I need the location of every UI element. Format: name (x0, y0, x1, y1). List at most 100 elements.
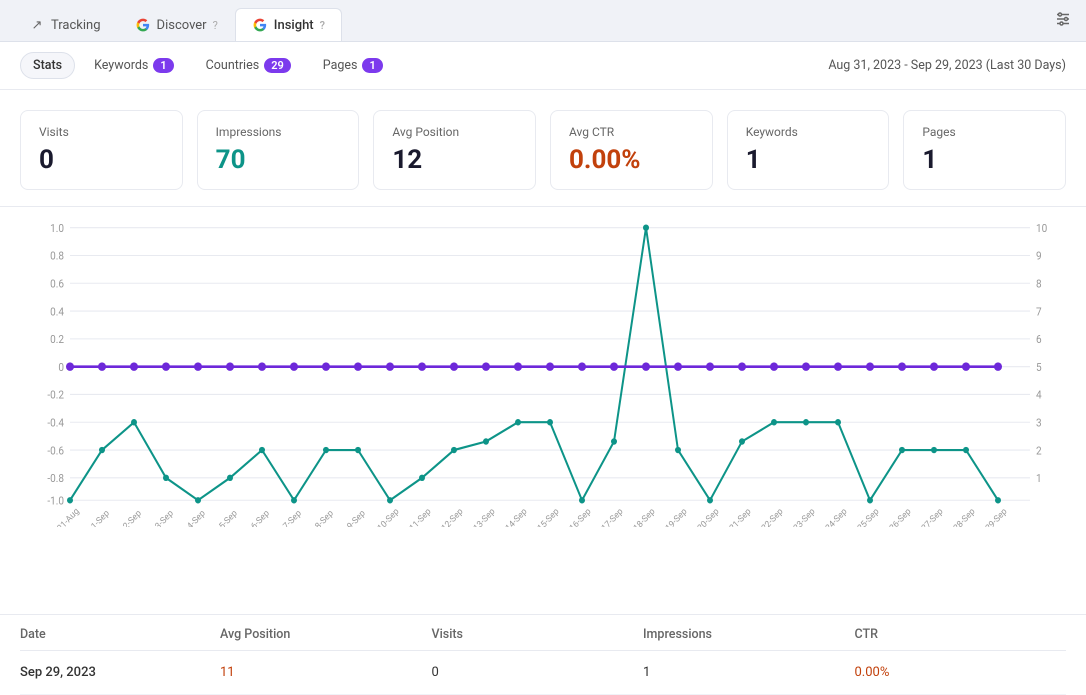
svg-text:13-Sep: 13-Sep (472, 507, 497, 527)
svg-text:15-Sep: 15-Sep (536, 507, 561, 527)
app-container: ↗ Tracking Discover ? Insight ? Stats (0, 0, 1086, 695)
main-content: Stats Keywords 1 Countries 29 Pages 1 Au… (0, 42, 1086, 695)
row-visits: 0 (432, 665, 644, 680)
svg-text:7: 7 (1036, 305, 1042, 318)
table-header: Date Avg Position Visits Impressions CTR (20, 615, 1066, 651)
col-header-avg-position: Avg Position (220, 627, 432, 642)
svg-text:4-Sep: 4-Sep (186, 508, 208, 527)
stat-card-avg-ctr: Avg CTR 0.00% (550, 110, 713, 190)
avg-position-value: 12 (392, 145, 517, 175)
svg-text:9: 9 (1036, 249, 1042, 262)
svg-text:16-Sep: 16-Sep (568, 507, 593, 527)
svg-text:0: 0 (58, 361, 64, 374)
svg-text:10-Sep: 10-Sep (376, 507, 401, 527)
stat-card-pages: Pages 1 (903, 110, 1066, 190)
svg-text:-0.8: -0.8 (47, 472, 64, 485)
svg-text:18-Sep: 18-Sep (632, 507, 657, 527)
tab-insight[interactable]: Insight ? (235, 8, 342, 41)
date-range: Aug 31, 2023 - Sep 29, 2023 (Last 30 Day… (828, 58, 1066, 73)
svg-text:5: 5 (1036, 361, 1042, 374)
insight-help-icon: ? (320, 19, 325, 32)
sub-tab-countries-label: Countries (206, 58, 260, 73)
insight-google-icon (252, 17, 268, 33)
svg-text:17-Sep: 17-Sep (600, 507, 625, 527)
svg-text:6-Sep: 6-Sep (250, 508, 272, 527)
row-ctr: 0.00% (855, 665, 1067, 680)
svg-text:-0.4: -0.4 (47, 416, 64, 429)
svg-text:5-Sep: 5-Sep (218, 508, 240, 527)
visits-value: 0 (39, 145, 164, 175)
visits-label: Visits (39, 125, 164, 139)
svg-text:3: 3 (1036, 416, 1042, 429)
svg-text:6: 6 (1036, 333, 1042, 346)
tab-tracking[interactable]: ↗ Tracking (12, 8, 118, 41)
avg-ctr-label: Avg CTR (569, 125, 694, 139)
tracking-icon: ↗ (29, 17, 45, 33)
svg-text:20-Sep: 20-Sep (696, 507, 721, 527)
svg-text:0.4: 0.4 (50, 305, 64, 318)
top-tabs-bar: ↗ Tracking Discover ? Insight ? (0, 0, 1086, 42)
svg-text:14-Sep: 14-Sep (504, 507, 529, 527)
tab-discover[interactable]: Discover ? (118, 8, 235, 41)
line-chart: 1.0 0.8 0.6 0.4 0.2 0 -0.2 -0.4 -0.6 -0.… (20, 217, 1066, 527)
keywords-value: 1 (746, 145, 871, 175)
stats-row: Visits 0 Impressions 70 Avg Position 12 … (0, 90, 1086, 207)
data-table: Date Avg Position Visits Impressions CTR… (0, 614, 1086, 695)
discover-help-icon: ? (213, 19, 218, 32)
svg-text:12-Sep: 12-Sep (440, 507, 465, 527)
svg-text:8-Sep: 8-Sep (314, 508, 336, 527)
svg-text:1.0: 1.0 (50, 222, 64, 235)
svg-text:31-Aug: 31-Aug (56, 506, 82, 527)
svg-text:25-Sep: 25-Sep (856, 507, 881, 527)
col-header-visits: Visits (432, 627, 644, 642)
stat-card-visits: Visits 0 (20, 110, 183, 190)
svg-text:26-Sep: 26-Sep (888, 507, 913, 527)
svg-text:24-Sep: 24-Sep (824, 507, 849, 527)
svg-text:11-Sep: 11-Sep (408, 507, 433, 527)
svg-text:0.8: 0.8 (50, 249, 64, 262)
pages-label: Pages (922, 125, 1047, 139)
col-header-ctr: CTR (855, 627, 1067, 642)
svg-text:8: 8 (1036, 277, 1042, 290)
keywords-label: Keywords (746, 125, 871, 139)
col-header-impressions: Impressions (643, 627, 855, 642)
sub-tab-stats[interactable]: Stats (20, 52, 75, 79)
tab-tracking-label: Tracking (51, 18, 101, 33)
row-impressions: 1 (643, 665, 855, 680)
sub-tab-keywords[interactable]: Keywords 1 (81, 52, 187, 79)
settings-button[interactable] (1054, 10, 1072, 32)
svg-text:7-Sep: 7-Sep (282, 508, 304, 527)
sub-tab-countries[interactable]: Countries 29 (193, 52, 304, 79)
stat-card-avg-position: Avg Position 12 (373, 110, 536, 190)
pages-value: 1 (922, 145, 1047, 175)
teal-line (70, 228, 998, 501)
svg-text:10: 10 (1036, 222, 1047, 235)
svg-text:0.2: 0.2 (50, 333, 64, 346)
sub-tabs-bar: Stats Keywords 1 Countries 29 Pages 1 Au… (0, 42, 1086, 90)
stat-card-impressions: Impressions 70 (197, 110, 360, 190)
svg-text:23-Sep: 23-Sep (792, 507, 817, 527)
row-avg-position: 11 (220, 665, 432, 680)
avg-ctr-value: 0.00% (569, 145, 694, 175)
chart-area: 1.0 0.8 0.6 0.4 0.2 0 -0.2 -0.4 -0.6 -0.… (0, 207, 1086, 614)
countries-badge: 29 (264, 58, 291, 73)
svg-text:2: 2 (1036, 444, 1042, 457)
svg-text:-0.6: -0.6 (47, 444, 64, 457)
table-row: Sep 29, 2023 11 0 1 0.00% (20, 651, 1066, 695)
svg-text:21-Sep: 21-Sep (728, 507, 753, 527)
chart-wrap: 1.0 0.8 0.6 0.4 0.2 0 -0.2 -0.4 -0.6 -0.… (20, 217, 1066, 527)
sub-tab-pages[interactable]: Pages 1 (310, 52, 396, 79)
svg-text:29-Sep: 29-Sep (984, 507, 1009, 527)
col-header-date: Date (20, 627, 220, 642)
svg-text:27-Sep: 27-Sep (920, 507, 945, 527)
keywords-badge: 1 (153, 58, 173, 73)
svg-text:3-Sep: 3-Sep (154, 508, 176, 527)
impressions-label: Impressions (216, 125, 341, 139)
svg-text:2-Sep: 2-Sep (122, 508, 144, 527)
svg-text:1: 1 (1036, 472, 1042, 485)
sub-tab-stats-label: Stats (33, 58, 62, 73)
svg-text:0.6: 0.6 (50, 277, 64, 290)
svg-text:22-Sep: 22-Sep (760, 507, 785, 527)
svg-text:4: 4 (1036, 388, 1042, 401)
svg-text:-0.2: -0.2 (47, 388, 64, 401)
